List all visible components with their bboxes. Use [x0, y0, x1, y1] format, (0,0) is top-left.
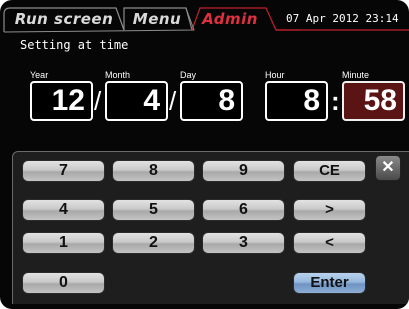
previous-field-button[interactable]: < [293, 232, 366, 254]
key-5[interactable]: 5 [112, 199, 195, 221]
close-icon[interactable]: ✕ [375, 155, 401, 181]
day-label: Day [180, 70, 197, 80]
key-6[interactable]: 6 [202, 199, 285, 221]
minute-label: Minute [342, 70, 370, 80]
current-datetime: 07 Apr 2012 23:14 [286, 12, 399, 25]
key-3[interactable]: 3 [202, 232, 285, 254]
key-4[interactable]: 4 [22, 199, 105, 221]
time-separator: : [331, 86, 340, 116]
key-9[interactable]: 9 [202, 160, 285, 182]
page-title: Setting at time [20, 38, 129, 52]
tab-run-screen[interactable]: Run screen [8, 8, 120, 30]
minute-field-selected[interactable]: 58 [342, 81, 405, 121]
year-field[interactable]: 12 [30, 81, 93, 121]
date-separator: / [94, 86, 102, 116]
enter-button[interactable]: Enter [293, 272, 366, 294]
hour-label: Hour [265, 70, 285, 80]
device-screen: Run screen Menu Admin 07 Apr 2012 23:14 … [0, 0, 409, 309]
year-label: Year [30, 70, 49, 80]
tab-admin[interactable]: Admin [191, 8, 269, 30]
day-field[interactable]: 8 [180, 81, 243, 121]
key-7[interactable]: 7 [22, 160, 105, 182]
hour-field[interactable]: 8 [265, 81, 328, 121]
clear-entry-button[interactable]: CE [293, 160, 366, 182]
date-separator: / [169, 86, 177, 116]
next-field-button[interactable]: > [293, 199, 366, 221]
key-8[interactable]: 8 [112, 160, 195, 182]
key-0[interactable]: 0 [22, 272, 105, 294]
key-1[interactable]: 1 [22, 232, 105, 254]
month-field[interactable]: 4 [105, 81, 168, 121]
tab-menu[interactable]: Menu [124, 8, 190, 30]
month-label: Month [105, 70, 131, 80]
key-2[interactable]: 2 [112, 232, 195, 254]
